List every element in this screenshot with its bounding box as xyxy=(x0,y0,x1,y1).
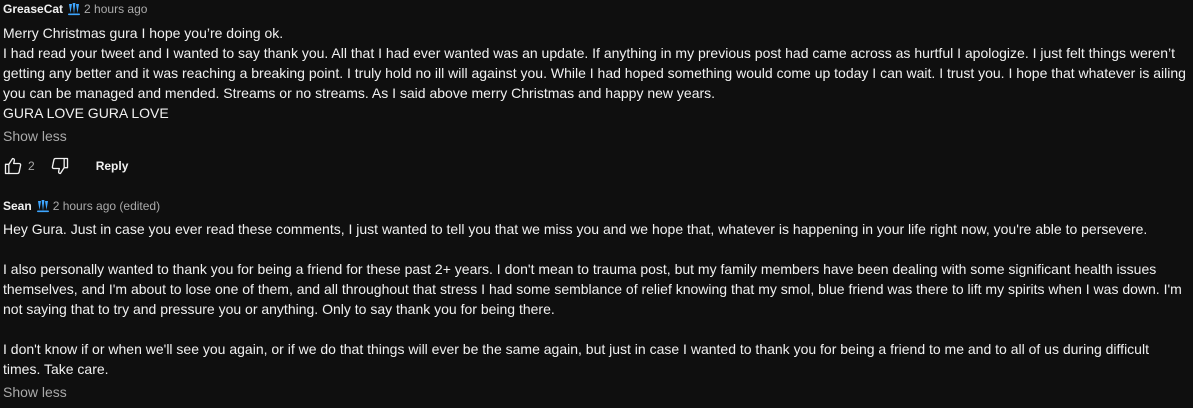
show-less-button[interactable]: Show less xyxy=(3,382,67,402)
comment-header: Sean 2 hours ago (edited) xyxy=(3,197,1189,215)
show-less-button[interactable]: Show less xyxy=(3,126,67,146)
reply-button[interactable]: Reply xyxy=(96,159,129,173)
comment-thread: Sean 2 hours ago (edited) Hey Gura. Just… xyxy=(3,197,1189,402)
comment-line: Merry Christmas gura I hope you’re doing… xyxy=(3,25,284,41)
comment-action-bar: 2 Reply xyxy=(3,154,1189,178)
comment-paragraph: I also personally wanted to thank you fo… xyxy=(3,261,1182,317)
like-icon[interactable] xyxy=(3,155,23,177)
comment-timestamp[interactable]: 2 hours ago xyxy=(84,0,147,18)
comment-author[interactable]: GreaseCat xyxy=(3,0,63,18)
comment-paragraph: I don't know if or when we'll see you ag… xyxy=(3,341,1149,377)
comment-timestamp[interactable]: 2 hours ago (edited) xyxy=(53,197,160,215)
like-count: 2 xyxy=(28,159,35,173)
membership-badge-icon xyxy=(36,199,50,213)
comment-line: GURA LOVE GURA LOVE xyxy=(3,105,169,121)
membership-badge-icon xyxy=(67,2,81,16)
comment-header: GreaseCat 2 hours ago xyxy=(3,0,1189,18)
comment-text: Hey Gura. Just in case you ever read the… xyxy=(3,219,1189,379)
comment-paragraph: Hey Gura. Just in case you ever read the… xyxy=(3,221,1148,237)
dislike-icon[interactable] xyxy=(50,155,70,177)
comment-author[interactable]: Sean xyxy=(3,197,32,215)
comment-line: I had read your tweet and I wanted to sa… xyxy=(3,45,1186,101)
comment-thread: GreaseCat 2 hours ago Merry Christmas gu… xyxy=(3,0,1189,178)
comment-text: Merry Christmas gura I hope you’re doing… xyxy=(3,23,1189,123)
